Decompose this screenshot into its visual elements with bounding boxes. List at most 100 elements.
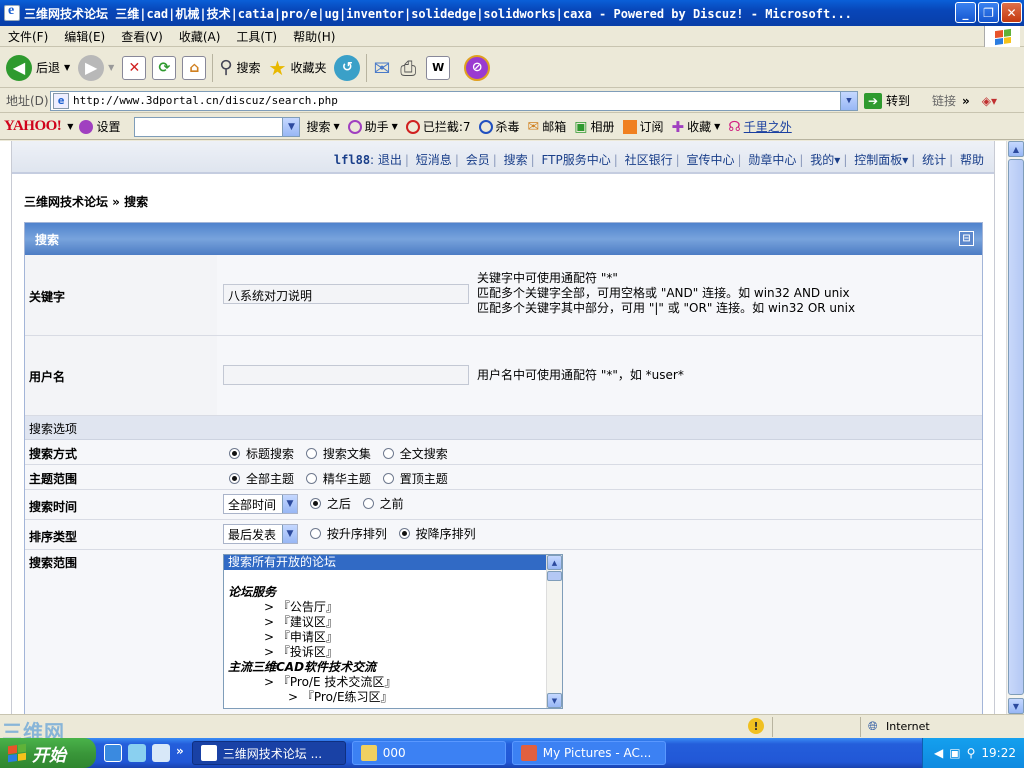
chevron-down-icon[interactable]: ▼: [282, 117, 300, 136]
time-select[interactable]: 全部时间 ▼: [223, 494, 298, 514]
page-scrollbar[interactable]: ▲ ▼: [1006, 141, 1024, 714]
nav-control-panel[interactable]: 控制面板▾: [854, 153, 908, 167]
network-icon[interactable]: ▣: [949, 746, 960, 760]
menu-file[interactable]: 文件(F): [0, 28, 56, 45]
media-icon[interactable]: [128, 744, 146, 762]
chevron-right-icon[interactable]: »: [962, 94, 970, 108]
settings-button[interactable]: 设置: [79, 118, 120, 135]
scroll-down-icon[interactable]: ▼: [547, 693, 562, 708]
scroll-up-icon[interactable]: ▲: [547, 555, 562, 570]
list-item[interactable]: 主流三维CAD软件技术交流: [224, 660, 562, 675]
maximize-button[interactable]: ❐: [978, 2, 999, 23]
rss-button[interactable]: 订阅: [622, 118, 664, 135]
links-label[interactable]: 链接: [932, 92, 956, 109]
ie-icon[interactable]: [104, 744, 122, 762]
nav-logout[interactable]: 退出: [378, 153, 402, 167]
menu-edit[interactable]: 编辑(E): [56, 28, 113, 45]
menu-view[interactable]: 查看(V): [113, 28, 171, 45]
list-item[interactable]: 论坛服务: [224, 585, 562, 600]
close-button[interactable]: ✕: [1001, 2, 1022, 23]
list-item[interactable]: > 『公告厅』: [224, 600, 562, 615]
nav-ftp[interactable]: FTP服务中心: [541, 153, 610, 167]
warning-icon[interactable]: !: [748, 718, 764, 734]
refresh-icon[interactable]: ⟳: [152, 55, 177, 80]
menu-help[interactable]: 帮助(H): [285, 28, 343, 45]
menu-favorites[interactable]: 收藏(A): [171, 28, 229, 45]
nav-help[interactable]: 帮助: [960, 153, 984, 167]
qianli-link[interactable]: ☊ 千里之外: [728, 118, 791, 135]
mode-fulltext-radio[interactable]: 全文搜索: [382, 447, 448, 461]
nav-username[interactable]: lfl88: [334, 153, 370, 167]
scroll-thumb[interactable]: [547, 571, 562, 581]
search-icon[interactable]: ⚲: [967, 746, 976, 760]
go-button[interactable]: ➔ 转到: [864, 92, 910, 109]
list-item[interactable]: > 『Pro/E练习区』: [224, 690, 562, 705]
keyword-input[interactable]: 八系统对刀说明: [223, 284, 469, 304]
sort-desc-radio[interactable]: 按降序排列: [398, 527, 476, 541]
blocked-button[interactable]: 已拦截:7: [405, 118, 471, 135]
list-item[interactable]: [224, 570, 562, 585]
stop-icon[interactable]: ✕: [122, 55, 147, 80]
edit-icon[interactable]: W: [426, 55, 451, 80]
yahoo-logo[interactable]: YAHOO!: [4, 118, 62, 135]
desktop-icon[interactable]: [152, 744, 170, 762]
listbox-scrollbar[interactable]: ▲ ▼: [546, 555, 562, 708]
scroll-down-icon[interactable]: ▼: [1008, 698, 1024, 714]
search-button[interactable]: ⚲ 搜索: [219, 57, 260, 78]
list-item[interactable]: > 『建议区』: [224, 615, 562, 630]
favorites-button[interactable]: ★ 收藏夹: [269, 56, 327, 80]
sort-asc-radio[interactable]: 按升序排列: [309, 527, 387, 541]
scope-sticky-radio[interactable]: 置顶主题: [382, 472, 448, 486]
album-button[interactable]: ▣ 相册: [574, 118, 614, 135]
chevron-down-icon[interactable]: ▼: [840, 91, 857, 110]
forward-button[interactable]: ▶ ▼: [78, 54, 114, 81]
helper-button[interactable]: 助手 ▼: [347, 118, 398, 135]
back-button[interactable]: ◀ 后退 ▼: [6, 54, 70, 81]
yahoo-search-input[interactable]: ▼: [134, 116, 301, 137]
list-item[interactable]: 搜索所有开放的论坛: [224, 555, 562, 570]
mode-title-radio[interactable]: 标题搜索: [229, 447, 294, 461]
forum-listbox[interactable]: 搜索所有开放的论坛 论坛服务 > 『公告厅』 > 『建议区』 > 『申请区』 >…: [223, 554, 563, 709]
nav-search[interactable]: 搜索: [504, 153, 528, 167]
chevron-down-icon[interactable]: ▼: [67, 122, 73, 131]
home-icon[interactable]: ⌂: [182, 55, 207, 80]
antivirus-button[interactable]: 杀毒: [478, 118, 520, 135]
nav-members[interactable]: 会员: [466, 153, 490, 167]
nav-medals[interactable]: 勋章中心: [748, 153, 796, 167]
chevron-right-icon[interactable]: »: [176, 744, 184, 762]
yahoo-favorites-button[interactable]: ✚ 收藏 ▼: [672, 118, 721, 136]
menu-tools[interactable]: 工具(T): [228, 28, 285, 45]
list-item[interactable]: > 『申请区』: [224, 630, 562, 645]
nav-messages[interactable]: 短消息: [416, 153, 452, 167]
collapse-icon[interactable]: ⊟: [959, 231, 974, 246]
nav-bank[interactable]: 社区银行: [625, 153, 673, 167]
address-input[interactable]: e http://www.3dportal.cn/discuz/search.p…: [50, 90, 858, 111]
scope-digest-radio[interactable]: 精华主题: [305, 472, 371, 486]
scope-all-radio[interactable]: 全部主题: [229, 472, 294, 486]
messenger-icon[interactable]: ⊘: [464, 54, 491, 81]
task-forum[interactable]: 三维网技术论坛 ...: [191, 741, 346, 765]
window-titlebar[interactable]: 三维网技术论坛 三维|cad|机械|技术|catia|pro/e|ug|inve…: [0, 0, 1024, 26]
nav-promo[interactable]: 宣传中心: [687, 153, 735, 167]
scroll-up-icon[interactable]: ▲: [1008, 141, 1024, 157]
minimize-button[interactable]: _: [955, 2, 976, 23]
tray-back-icon[interactable]: ◀: [934, 746, 943, 760]
mode-collection-radio[interactable]: 搜索文集: [305, 447, 371, 461]
scroll-thumb[interactable]: [1008, 159, 1024, 695]
clock[interactable]: 19:22: [981, 746, 1016, 760]
yahoo-search-button[interactable]: 搜索 ▼: [306, 118, 339, 135]
mail-icon[interactable]: ✉: [373, 56, 390, 80]
time-after-radio[interactable]: 之后: [309, 497, 351, 511]
nav-my[interactable]: 我的▾: [810, 153, 840, 167]
history-icon[interactable]: ↺: [334, 54, 361, 81]
sort-select[interactable]: 最后发表 ▼: [223, 524, 298, 544]
task-folder[interactable]: 000: [351, 741, 506, 765]
time-before-radio[interactable]: 之前: [362, 497, 404, 511]
mail-button[interactable]: ✉ 邮箱: [528, 118, 567, 135]
toolbar-options-icon[interactable]: ◈▾: [982, 94, 997, 108]
list-item[interactable]: > 『投诉区』: [224, 645, 562, 660]
print-icon[interactable]: ⎙: [400, 56, 416, 80]
start-button[interactable]: 开始: [0, 738, 96, 768]
username-input[interactable]: [223, 365, 469, 385]
nav-stats[interactable]: 统计: [922, 153, 946, 167]
